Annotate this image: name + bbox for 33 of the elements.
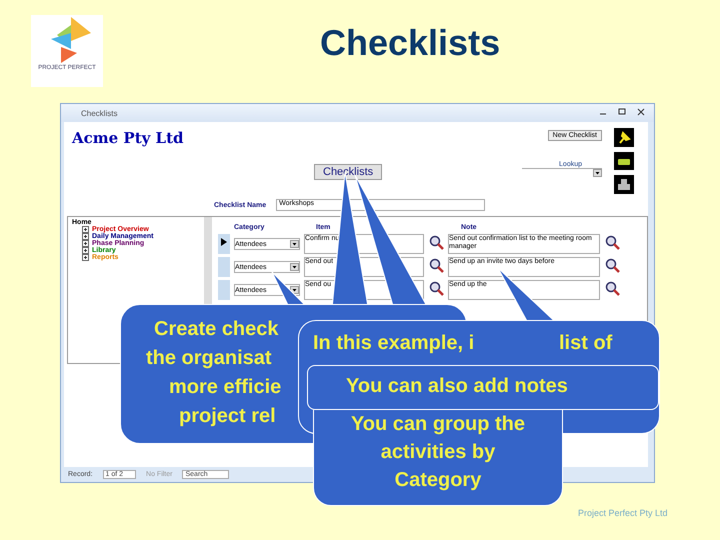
callout-text: activities by (380, 440, 496, 465)
dropdown-arrow-icon[interactable] (290, 263, 299, 271)
checklists-button[interactable]: Checklists (314, 164, 382, 180)
callout-text: You can group the (350, 412, 526, 437)
callout-text: more efficie (169, 376, 282, 398)
pin-icon[interactable] (614, 128, 634, 147)
search-icon[interactable] (604, 257, 620, 273)
search-icon[interactable] (428, 280, 444, 296)
expand-icon[interactable] (82, 247, 89, 254)
dropdown-arrow-icon[interactable] (593, 169, 602, 177)
company-name: Acme Pty Ltd (72, 129, 185, 149)
expand-icon[interactable] (82, 240, 89, 247)
callout-text: the organisat (146, 347, 272, 369)
expand-icon[interactable] (82, 226, 89, 233)
window-title: Checklists (81, 108, 118, 118)
expand-icon[interactable] (82, 233, 89, 240)
search-icon[interactable] (604, 280, 620, 296)
footer-text: Project Perfect Pty Ltd (578, 508, 668, 518)
slide-title: Checklists (320, 22, 500, 64)
callout-text: In this example, i (313, 332, 474, 354)
callout-text: Category (394, 468, 482, 493)
dropdown-arrow-icon[interactable] (290, 286, 299, 294)
callout-text: Create check (154, 318, 279, 340)
search-icon[interactable] (428, 257, 444, 273)
expand-icon[interactable] (82, 254, 89, 261)
ticket-icon[interactable] (614, 152, 634, 170)
callout-text: You can also add notes (346, 375, 568, 397)
callout-text: list of (559, 332, 612, 354)
callout-text: project rel (179, 405, 276, 427)
dropdown-arrow-icon[interactable] (290, 240, 299, 248)
record-selector[interactable] (218, 234, 230, 254)
search-icon[interactable] (428, 234, 444, 250)
search-icon[interactable] (604, 234, 620, 250)
